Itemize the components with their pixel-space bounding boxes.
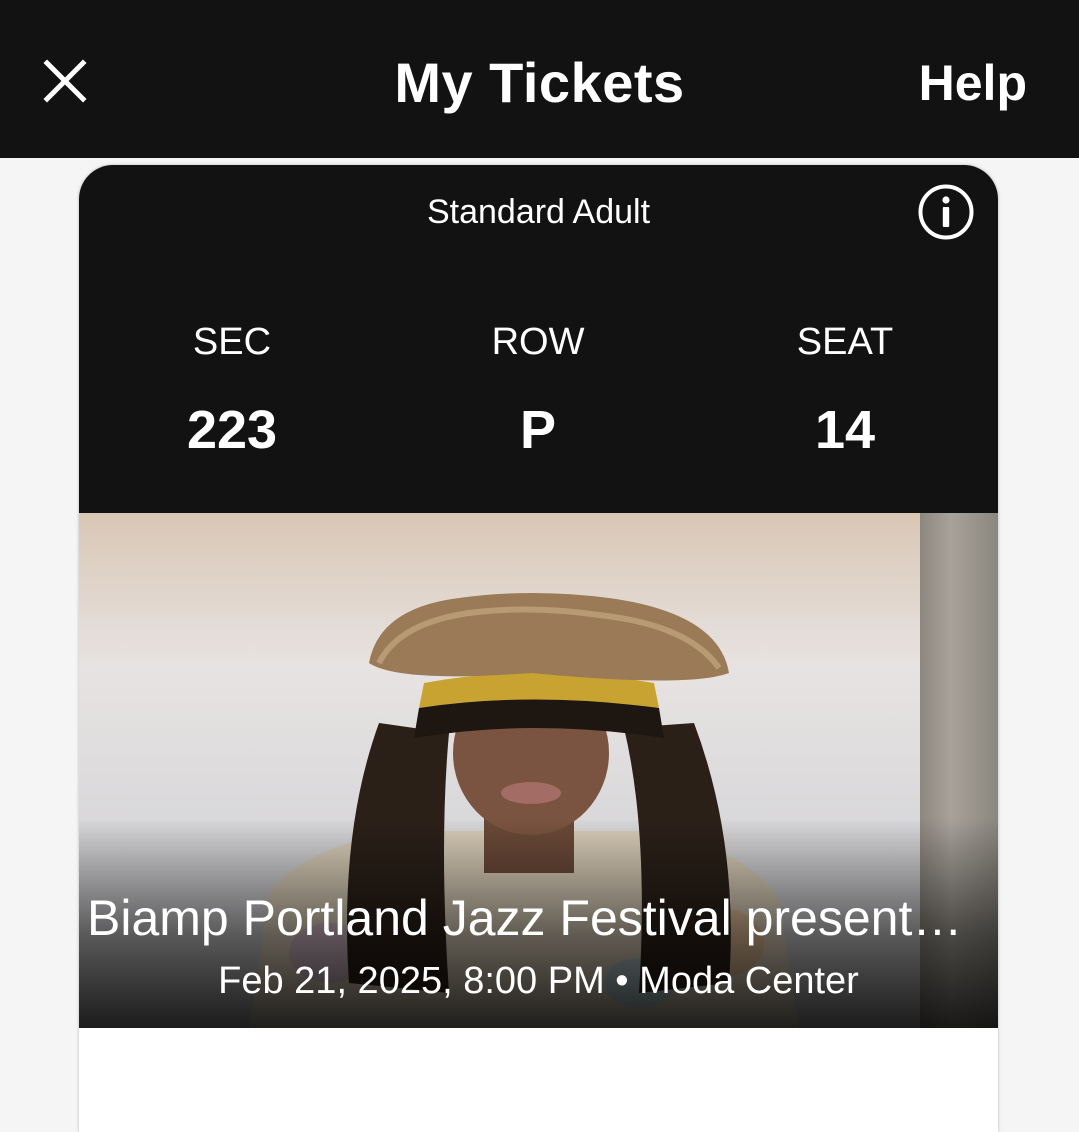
info-icon [918, 184, 974, 240]
info-button[interactable] [918, 184, 974, 240]
section-label: SEC [192, 321, 272, 363]
seat-value: 14 [814, 400, 876, 460]
help-link[interactable]: Help [919, 54, 1027, 112]
meta-separator: • [615, 960, 629, 1002]
row-block: ROW P [385, 320, 691, 460]
seat-block: SEAT 14 [692, 320, 998, 460]
event-venue: Moda Center [639, 960, 859, 1002]
section-block: SEC 223 [79, 320, 385, 460]
row-value: P [519, 400, 557, 460]
ticket-type: Standard Adult [426, 193, 651, 231]
row-label: ROW [491, 321, 585, 363]
event-title: Biamp Portland Jazz Festival present… [87, 890, 963, 946]
event-image: Biamp Portland Jazz Festival present… Fe… [79, 513, 998, 1028]
page-title: My Tickets [394, 51, 685, 114]
event-meta: Feb 21, 2025, 8:00 PM • Moda Center [79, 959, 998, 1003]
app-bar: My Tickets Help [0, 0, 1079, 158]
section-value: 223 [186, 400, 278, 460]
ticket-card[interactable]: Standard Adult SEC 223 ROW P SEAT 14 Bia… [79, 165, 998, 1132]
seat-label: SEAT [796, 321, 894, 363]
ticket-header: Standard Adult SEC 223 ROW P SEAT 14 [79, 165, 998, 513]
event-datetime: Feb 21, 2025, 8:00 PM [218, 960, 605, 1002]
